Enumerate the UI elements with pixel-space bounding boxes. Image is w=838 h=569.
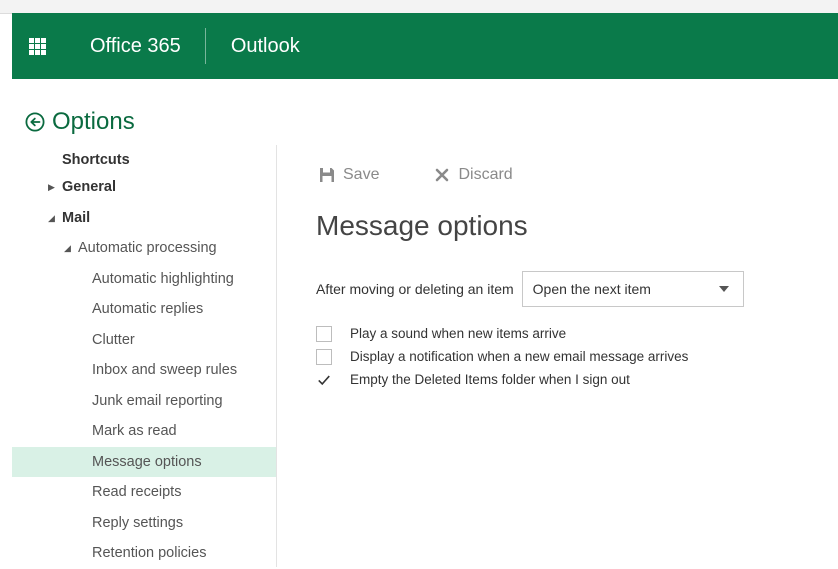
nav-item-label: Clutter [92, 331, 135, 348]
play-sound-checkbox[interactable] [316, 325, 332, 342]
nav-item-label: Mail [62, 209, 91, 226]
nav-item-reply-settings[interactable]: Reply settings [12, 508, 276, 539]
nav-item-label: Mark as read [92, 423, 177, 439]
display-notification-checkbox[interactable] [316, 348, 332, 365]
close-icon [433, 166, 451, 184]
empty-deleted-checkbox[interactable] [316, 371, 332, 388]
nav-item-label: General [62, 179, 116, 195]
nav-item-label: Shortcuts [62, 152, 130, 168]
nav-item-clutter[interactable]: Clutter [12, 325, 276, 356]
office365-link[interactable]: Office 365 [62, 29, 205, 63]
page-title: Message options [316, 210, 528, 241]
nav-item-label: Automatic replies [92, 301, 204, 317]
nav-divider [276, 145, 277, 567]
nav-item-retention-policies[interactable]: Retention policies [12, 538, 276, 569]
save-button[interactable]: Save [318, 166, 379, 184]
nav-item-automatic-processing[interactable]: ◢ Automatic processing [12, 233, 276, 264]
nav-item-junk-email-reporting[interactable]: Junk email reporting [12, 386, 276, 417]
nav-item-inbox-sweep-rules[interactable]: Inbox and sweep rules [12, 355, 276, 386]
waffle-icon [28, 37, 46, 55]
options-header: Options [24, 106, 135, 138]
empty-deleted-label: Empty the Deleted Items folder when I si… [350, 372, 630, 387]
nav-item-label: Inbox and sweep rules [92, 362, 238, 378]
nav-item-label: Automatic highlighting [92, 270, 234, 287]
options-toolbar: Save Discard [318, 160, 567, 190]
nav-item-message-options[interactable]: Message options [12, 446, 276, 477]
outlook-link[interactable]: Outlook [206, 29, 300, 63]
nav-item-label: Read receipts [92, 484, 182, 500]
nav-item-general[interactable]: ▶ General [12, 172, 276, 203]
nav-item-automatic-replies[interactable]: Automatic replies [12, 294, 276, 325]
nav-item-automatic-highlighting[interactable]: Automatic highlighting [12, 264, 276, 295]
checkmark-icon [318, 375, 330, 385]
display-notification-label: Display a notification when a new email … [350, 349, 689, 364]
empty-deleted-row: Empty the Deleted Items folder when I si… [316, 368, 688, 391]
browser-top-strip [0, 0, 838, 14]
collapse-down-icon[interactable]: ◢ [48, 203, 55, 234]
nav-item-label: Message options [92, 453, 202, 470]
nav-item-label: Reply settings [92, 514, 184, 531]
app-launcher-button[interactable] [12, 13, 62, 79]
after-moving-setting: After moving or deleting an item Open th… [316, 270, 744, 308]
nav-item-mail[interactable]: ◢ Mail [12, 203, 276, 234]
nav-item-shortcuts[interactable]: Shortcuts [12, 148, 276, 172]
discard-label: Discard [458, 166, 513, 183]
app-header: Office 365 Outlook [12, 13, 838, 79]
nav-item-mark-as-read[interactable]: Mark as read [12, 416, 276, 447]
after-moving-label: After moving or deleting an item [316, 281, 514, 297]
options-nav: Shortcuts ▶ General ◢ Mail ◢ Automatic p… [12, 148, 276, 569]
play-sound-row: Play a sound when new items arrive [316, 322, 688, 345]
after-moving-dropdown[interactable]: Open the next item [521, 271, 744, 307]
nav-item-label: Junk email reporting [92, 392, 223, 409]
expand-right-icon[interactable]: ▶ [48, 172, 55, 203]
chevron-down-icon [718, 286, 729, 292]
display-notification-row: Display a notification when a new email … [316, 345, 688, 368]
dropdown-value: Open the next item [532, 281, 651, 297]
nav-item-label: Retention policies [92, 545, 207, 561]
nav-item-read-receipts[interactable]: Read receipts [12, 477, 276, 508]
discard-button[interactable]: Discard [433, 166, 513, 184]
nav-item-label: Automatic processing [78, 240, 217, 256]
save-icon [318, 166, 336, 184]
play-sound-label: Play a sound when new items arrive [350, 326, 567, 341]
back-arrow-icon[interactable] [24, 111, 46, 133]
options-title: Options [52, 108, 135, 135]
save-label: Save [343, 166, 380, 183]
collapse-down-icon[interactable]: ◢ [64, 233, 71, 264]
message-checkboxes: Play a sound when new items arrive Displ… [316, 322, 688, 391]
